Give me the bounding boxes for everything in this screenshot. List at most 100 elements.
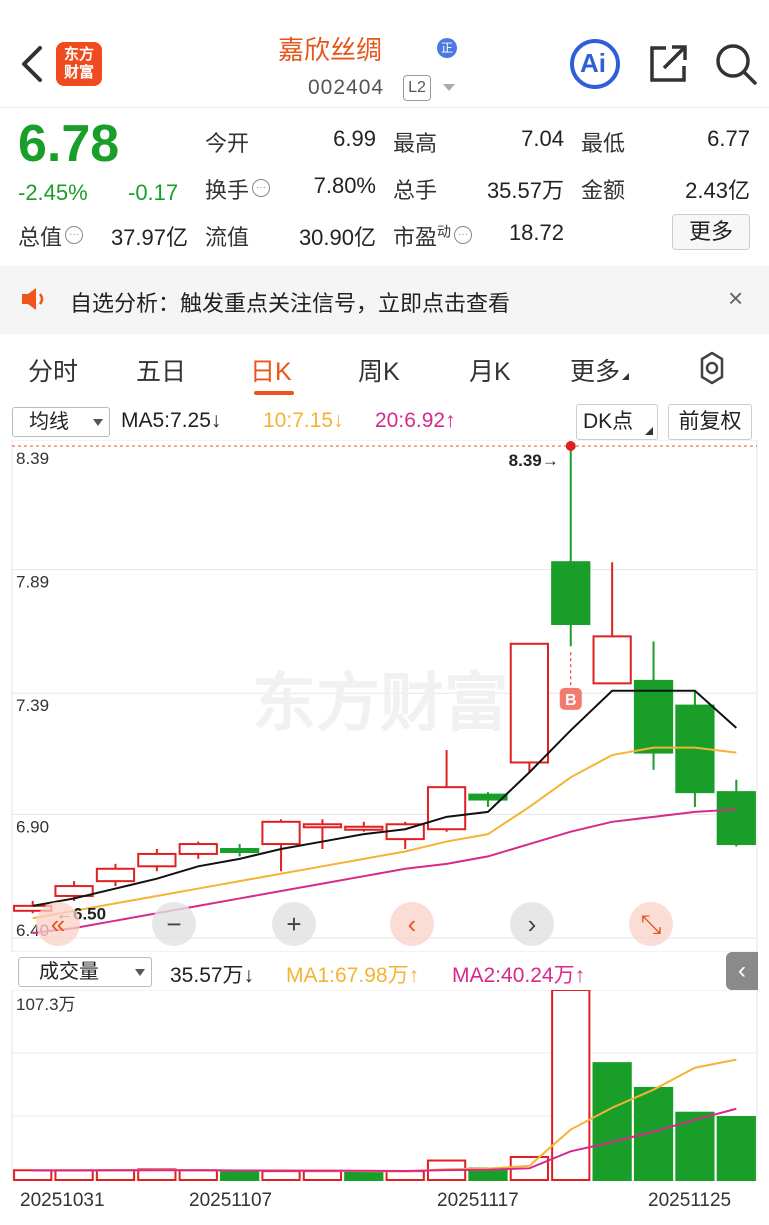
app-logo: 东方 财富: [56, 42, 102, 86]
volume-axis-max: 107.3万: [16, 995, 76, 1014]
label-turnover: 换手 ···: [205, 173, 271, 205]
candle-body: [551, 561, 591, 626]
candle-body: [95, 867, 136, 883]
date-label: 20251117: [437, 1190, 519, 1211]
value-volume: 35.57万: [486, 178, 564, 203]
stock-code: 002404: [308, 76, 385, 99]
label-high: 最高: [393, 131, 438, 156]
volume-bar: [178, 1169, 218, 1182]
gear-icon[interactable]: [694, 350, 730, 386]
label-open: 今开: [205, 131, 250, 156]
volume-bar: [592, 1062, 632, 1181]
share-icon[interactable]: [646, 42, 690, 86]
tab-more-label: 更多: [570, 358, 621, 386]
caret-down-icon: [135, 969, 145, 976]
label-pe-text: 市盈: [393, 225, 438, 250]
kline-chart[interactable]: 东方财富 8.397.897.396.906.40 8.39→B←6.50 «−…: [0, 440, 769, 952]
speaker-icon: [20, 286, 48, 312]
chart-control-button-label: +: [286, 909, 301, 939]
price-axis-labels: 8.397.897.396.906.40: [16, 449, 49, 940]
chart-control-button-label: ›: [528, 909, 537, 939]
indicator-select-label: 均线: [29, 411, 69, 433]
candle-body: [178, 843, 218, 855]
corner-triangle-icon: [622, 373, 630, 380]
logo-line-2: 财富: [63, 64, 94, 81]
volume-bar: [95, 1169, 136, 1182]
price-axis-label: 6.90: [16, 817, 49, 836]
ma10-value: 10:7.15↓: [263, 409, 344, 432]
chevron-down-icon[interactable]: [443, 84, 455, 91]
current-price: 6.78: [18, 115, 120, 173]
candle-body: [426, 786, 467, 831]
volume-bar: [13, 1169, 53, 1182]
volume-value: 35.57万↓: [170, 964, 255, 987]
close-icon[interactable]: ×: [728, 285, 750, 311]
label-amount: 金额: [581, 178, 626, 203]
value-high: 7.04: [521, 126, 564, 151]
logo-line-1: 东方: [63, 46, 94, 63]
volume-bar: [220, 1171, 260, 1182]
back-arrow-icon[interactable]: [18, 42, 46, 86]
label-market-cap-text: 总值: [18, 225, 63, 250]
info-icon[interactable]: ···: [252, 178, 271, 197]
volume-indicator-select[interactable]: 成交量: [18, 957, 152, 987]
ma20-value: 20:6.92↑: [375, 409, 456, 432]
candle-body: [716, 791, 756, 846]
value-turnover: 7.80%: [313, 173, 376, 198]
enterprise-badge: 正: [437, 38, 457, 58]
dk-point-button[interactable]: DK点: [576, 404, 658, 440]
dk-point-label: DK点: [583, 410, 634, 433]
tab-intraday[interactable]: 分时: [28, 352, 78, 388]
corner-triangle-icon: [645, 427, 653, 435]
ma5-value: MA5:7.25↓: [121, 409, 222, 432]
ma10-line: [32, 746, 737, 920]
value-pe: 18.72: [508, 220, 564, 245]
tab-daily-k[interactable]: 日K: [250, 352, 292, 388]
info-icon[interactable]: ···: [65, 225, 84, 244]
caret-down-icon: [93, 419, 103, 426]
tab-monthly-k[interactable]: 月K: [469, 352, 511, 388]
info-icon[interactable]: ···: [454, 225, 473, 244]
volume-select-label: 成交量: [39, 961, 99, 983]
candle-body: [344, 825, 384, 831]
volume-chart[interactable]: 107.3万: [0, 990, 769, 1185]
level2-badge[interactable]: L2: [403, 75, 431, 101]
more-quote-button[interactable]: 更多: [672, 214, 750, 250]
volume-bars: [13, 990, 756, 1182]
candle-body: [220, 847, 260, 853]
value-float-cap: 30.90亿: [298, 225, 376, 250]
tab-five-day[interactable]: 五日: [136, 352, 186, 388]
volume-bar: [54, 1169, 94, 1182]
chart-control-buttons[interactable]: « − + ‹ › ⤡: [36, 902, 673, 946]
ai-label: Ai: [580, 48, 606, 78]
candle-body: [592, 635, 632, 685]
value-amount: 2.43亿: [685, 178, 750, 203]
volume-ma2: MA2:40.24万↑: [452, 964, 586, 987]
candle-body: [137, 852, 177, 868]
indicator-select[interactable]: 均线: [12, 407, 110, 437]
tab-more[interactable]: 更多: [570, 352, 630, 388]
search-icon[interactable]: [714, 42, 758, 86]
stock-name: 嘉欣丝绸: [277, 35, 382, 65]
label-float-cap: 流值: [205, 225, 250, 250]
volume-ma1: MA1:67.98万↑: [286, 964, 420, 987]
tab-weekly-k[interactable]: 周K: [358, 352, 400, 388]
date-label: 20251107: [189, 1190, 273, 1211]
chart-control-button-label: «: [51, 909, 65, 939]
change-percent: -2.45%: [18, 180, 88, 205]
value-low: 6.77: [707, 126, 750, 151]
price-axis-label: 8.39: [16, 449, 49, 468]
active-tab-indicator: [254, 391, 294, 395]
volume-bar: [716, 1116, 756, 1181]
adjust-price-button[interactable]: 前复权: [668, 404, 752, 440]
volume-bar: [261, 1170, 301, 1181]
high-marker-dot: [565, 441, 576, 451]
collapse-panel-button[interactable]: ‹: [726, 952, 758, 990]
candle-body: [302, 823, 343, 829]
chart-control-button-label: ‹: [408, 909, 417, 939]
price-axis-label: 7.39: [16, 696, 49, 715]
price-axis-label: 7.89: [16, 573, 49, 592]
notice-text[interactable]: 自选分析：触发重点关注信号，立即点击查看: [70, 286, 510, 318]
ai-assistant-button[interactable]: Ai: [567, 38, 623, 90]
date-label: 20251125: [648, 1190, 732, 1211]
